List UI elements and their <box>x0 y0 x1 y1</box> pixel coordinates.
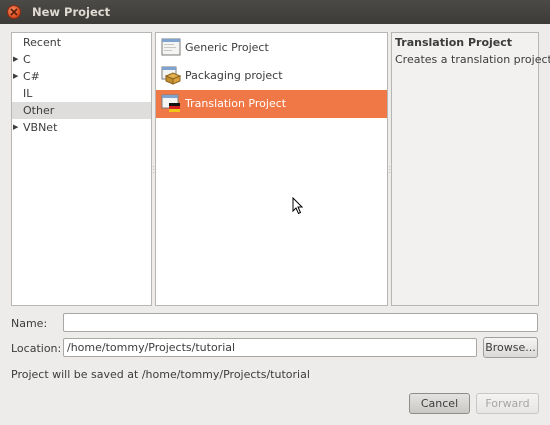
template-description-panel: Translation Project Creates a translatio… <box>391 32 550 306</box>
location-label: Location: <box>11 342 62 355</box>
generic-project-icon <box>161 38 181 56</box>
forward-button[interactable]: Forward <box>476 393 539 414</box>
category-item-c[interactable]: ▶ C <box>12 51 151 68</box>
category-item-csharp[interactable]: ▶ C# <box>12 68 151 85</box>
description-title: Translation Project <box>395 36 513 49</box>
category-label: C# <box>23 70 40 83</box>
category-item-recent[interactable]: Recent <box>12 34 151 51</box>
cancel-button[interactable]: Cancel <box>409 393 470 414</box>
title-bar: New Project <box>0 0 550 24</box>
translation-project-icon <box>161 94 180 112</box>
mouse-pointer-icon <box>292 197 304 215</box>
expander-arrow-icon[interactable]: ▶ <box>13 68 18 85</box>
category-tree[interactable]: Recent ▶ C ▶ C# IL Other ▶ VBNet <box>11 32 152 306</box>
name-input[interactable] <box>63 313 538 332</box>
browse-button[interactable]: Browse... <box>483 337 538 358</box>
template-list[interactable]: Generic Project Packaging project Transl… <box>155 32 388 306</box>
category-label: VBNet <box>23 121 58 134</box>
template-item-packaging-project[interactable]: Packaging project <box>156 62 387 90</box>
window-title: New Project <box>32 5 111 19</box>
category-item-il[interactable]: IL <box>12 85 151 102</box>
name-label: Name: <box>11 317 48 330</box>
category-label: C <box>23 53 31 66</box>
template-label: Generic Project <box>185 41 269 54</box>
template-label: Packaging project <box>185 69 283 82</box>
expander-arrow-icon[interactable]: ▶ <box>13 119 18 136</box>
template-item-generic-project[interactable]: Generic Project <box>156 34 387 62</box>
category-label: Recent <box>23 36 62 49</box>
packaging-project-icon <box>161 66 181 85</box>
template-label: Translation Project <box>185 97 287 110</box>
category-label: IL <box>23 87 33 100</box>
expander-arrow-icon[interactable]: ▶ <box>13 51 18 68</box>
close-icon <box>10 8 18 16</box>
template-item-translation-project[interactable]: Translation Project <box>156 90 387 118</box>
category-item-other[interactable]: Other <box>12 102 151 119</box>
description-text: Creates a translation project <box>395 53 550 66</box>
save-path-status: Project will be saved at /home/tommy/Pro… <box>11 368 310 381</box>
location-input[interactable] <box>63 338 477 357</box>
close-window-button[interactable] <box>7 5 21 19</box>
category-item-vbnet[interactable]: ▶ VBNet <box>12 119 151 136</box>
category-label: Other <box>23 104 55 117</box>
